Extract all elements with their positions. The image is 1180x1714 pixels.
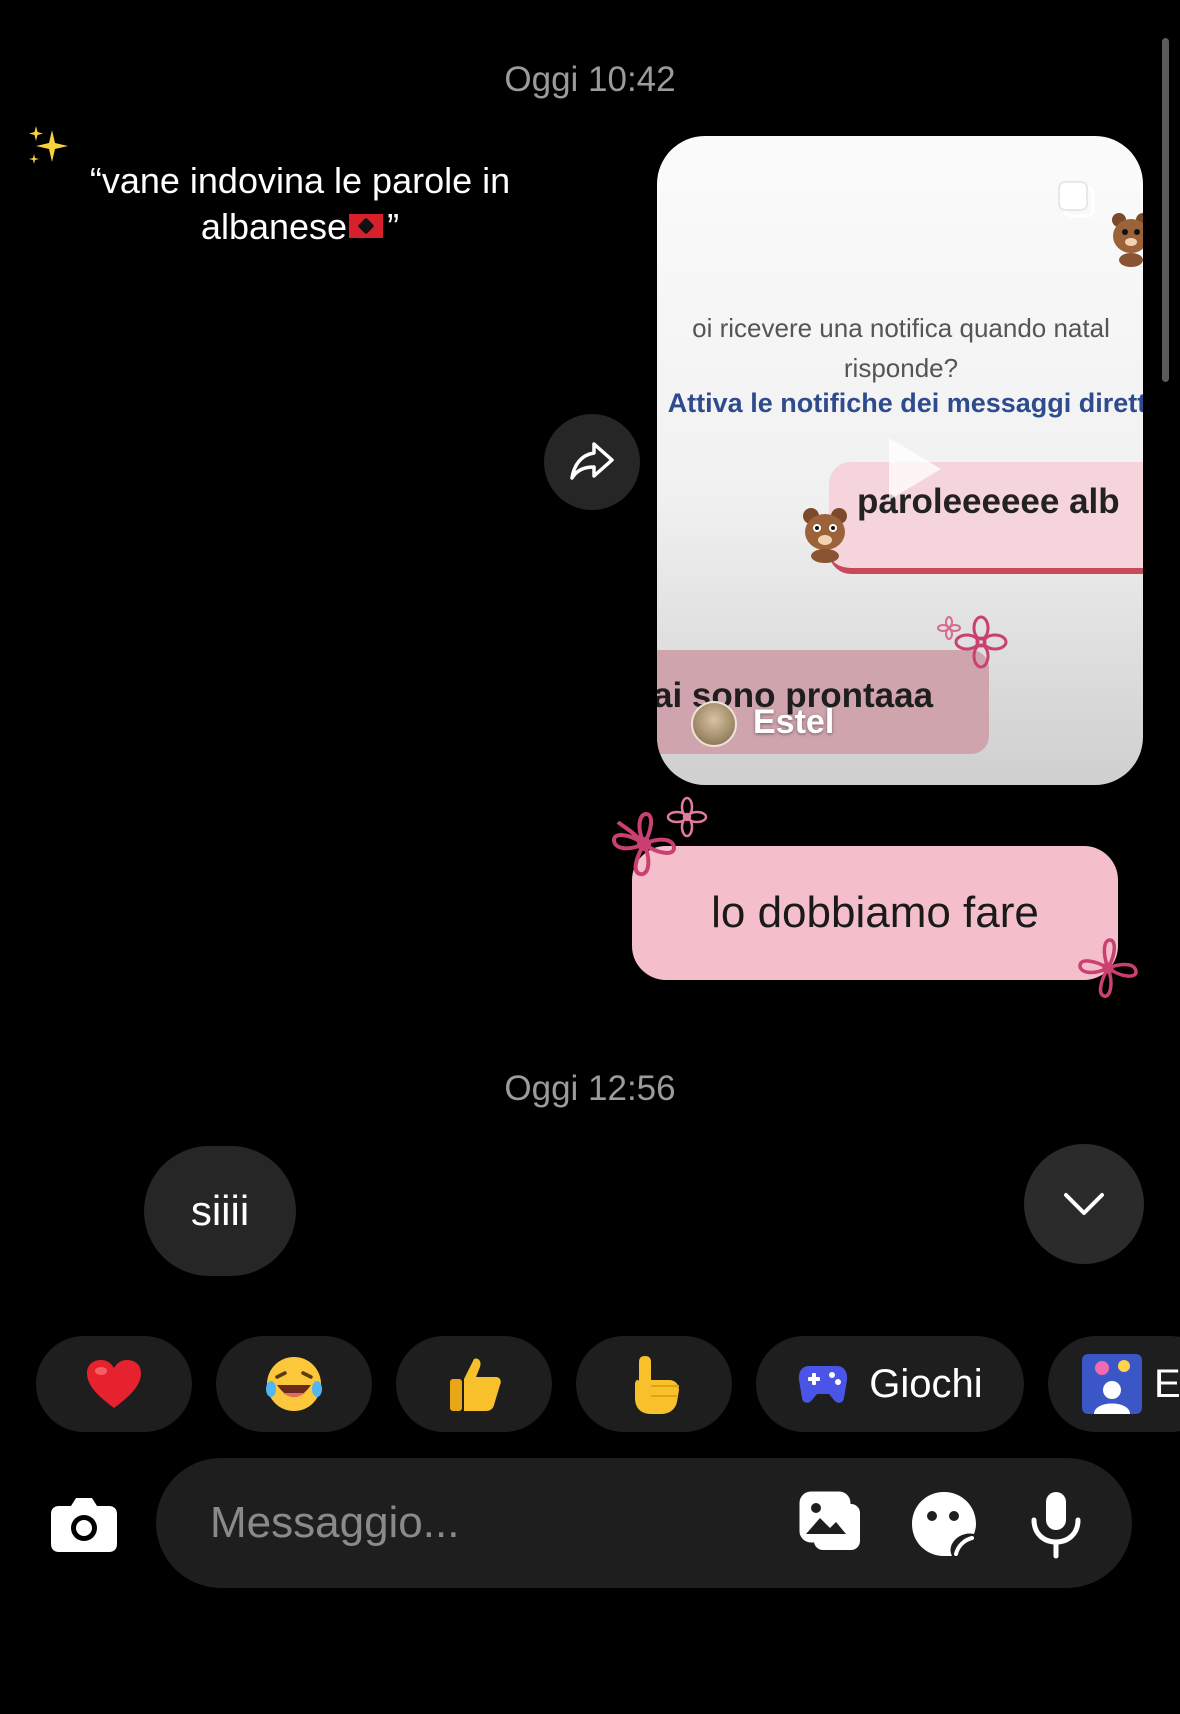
laughing-face-icon [266,1357,322,1411]
share-icon [570,442,614,480]
caption-line2: albanese [200,206,348,247]
camera-button[interactable] [46,1486,122,1562]
heart-icon [87,1360,141,1408]
albania-flag-icon [349,214,384,239]
timestamp: Oggi 12:56 [504,1069,676,1108]
avatar[interactable] [691,701,737,747]
share-button[interactable] [544,414,640,510]
games-label: Giochi [869,1361,983,1406]
caption-line1: “vane indovina le parole in [89,160,511,201]
bear-sticker-icon [1112,213,1143,267]
effects-button[interactable]: E [1048,1336,1180,1432]
pointing-up-icon [635,1356,679,1414]
video-author-username[interactable]: Estel [753,703,834,742]
bear-sticker-icon [803,508,847,563]
camera-icon [51,1498,117,1552]
incoming-message-bubble[interactable]: siiii [144,1146,296,1276]
thumbs-up-icon [450,1358,501,1411]
gallery-icon[interactable] [796,1488,868,1560]
effects-thumbnail-icon [1082,1354,1142,1414]
effects-label: E [1154,1361,1180,1406]
play-icon[interactable] [867,426,953,512]
games-button[interactable]: Giochi [756,1336,1024,1432]
message-input[interactable] [210,1488,770,1558]
scroll-to-bottom-button[interactable] [1024,1144,1144,1264]
quick-reaction-heart[interactable] [36,1336,192,1432]
quick-reaction-laugh[interactable] [216,1336,372,1432]
chevron-down-icon [1064,1193,1104,1215]
video-text-line1: oi ricevere una notifica quando natal [692,313,1110,343]
gamepad-icon [799,1366,848,1403]
video-notification-text: oi ricevere una notifica quando natal ri… [657,308,1143,388]
quick-reaction-thumbs-up[interactable] [396,1336,552,1432]
shared-post-caption: “vane indovina le parole in albanese ” [40,158,560,250]
quick-reaction-pointing-up[interactable] [576,1336,732,1432]
timestamp: Oggi 10:42 [504,60,676,99]
flower-doodle-icon [666,796,708,838]
video-cta-text: Attiva le notifiche dei messaggi dirett [667,388,1143,418]
microphone-icon[interactable] [1020,1488,1092,1560]
sticker-icon[interactable] [908,1488,980,1560]
caption-end: ” [387,206,400,247]
outgoing-message-text: lo dobbiamo fare [711,888,1039,937]
shared-video-card[interactable]: oi ricevere una notifica quando natal ri… [657,136,1143,785]
message-composer [156,1458,1132,1588]
flower-doodle-icon [954,615,1008,669]
copy-icon [1058,181,1095,218]
flower-doodle-icon [1078,938,1138,998]
video-text-line2: risponde? [843,353,959,383]
flower-doodle-icon [937,616,961,640]
